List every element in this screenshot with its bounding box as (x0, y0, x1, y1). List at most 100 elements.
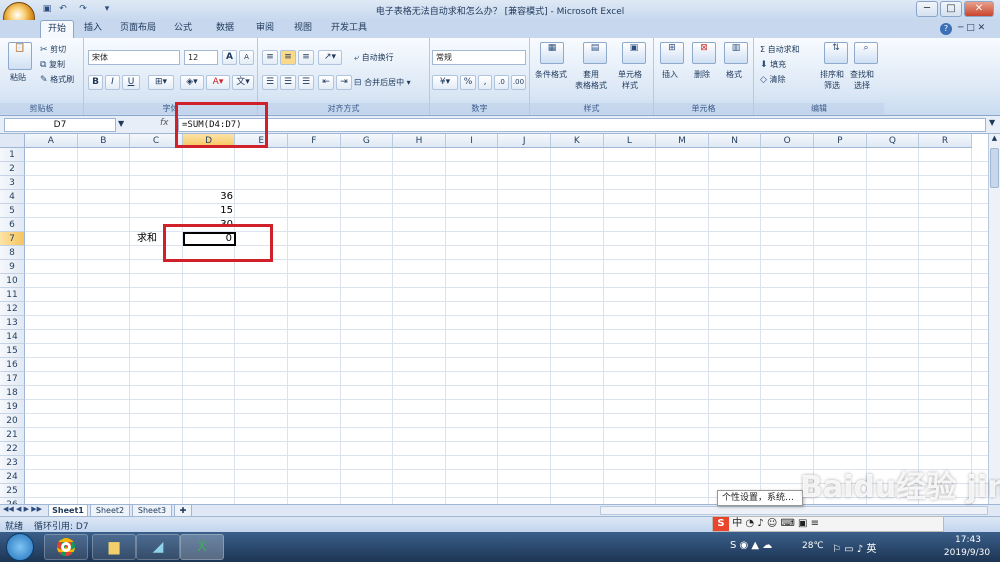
column-header-R[interactable]: R (919, 134, 972, 148)
tab-formulas[interactable]: 公式 (168, 20, 198, 38)
row-header-14[interactable]: 14 (0, 330, 25, 344)
row-header-16[interactable]: 16 (0, 358, 25, 372)
font-color-icon[interactable]: A▾ (206, 75, 230, 90)
cell-styles-button[interactable]: 单元格 样式 (618, 69, 642, 91)
sort-filter-icon[interactable]: ⇅ (824, 42, 848, 64)
row-header-5[interactable]: 5 (0, 204, 25, 218)
find-select-button[interactable]: 查找和 选择 (850, 69, 874, 91)
align-center-icon[interactable]: ☰ (280, 75, 296, 90)
row-header-11[interactable]: 11 (0, 288, 25, 302)
start-button[interactable] (6, 533, 34, 561)
insert-cells-icon[interactable]: ⊞ (660, 42, 684, 64)
minimize-button[interactable]: ─ (916, 1, 938, 17)
number-format-select[interactable]: 常规 (432, 50, 526, 65)
tab-page-layout[interactable]: 页面布局 (112, 20, 164, 38)
conditional-format-icon[interactable]: ▦ (540, 42, 564, 64)
column-header-L[interactable]: L (603, 134, 657, 148)
paste-button[interactable]: 粘贴 (10, 72, 26, 83)
comma-button[interactable]: , (478, 75, 492, 90)
align-right-icon[interactable]: ☰ (298, 75, 314, 90)
formula-input[interactable]: =SUM(D4:D7) (178, 118, 986, 132)
column-header-K[interactable]: K (551, 134, 604, 148)
app-icon[interactable]: ◢ (136, 534, 180, 560)
orientation-icon[interactable]: ↗▾ (318, 50, 342, 65)
row-header-10[interactable]: 10 (0, 274, 25, 288)
excel-task-icon[interactable]: X (180, 534, 224, 560)
worksheet-grid[interactable]: ABCDEFGHIJKLMNOPQR 1 2 3 4 5 6 7 8 9 10 11 12 13 14 15… (0, 134, 988, 504)
sheet-nav-icons[interactable]: ◀◀ ◀ ▶ ▶▶ (3, 505, 42, 513)
tab-data[interactable]: 数据 (208, 20, 242, 38)
font-name-select[interactable]: 宋体 (88, 50, 180, 65)
tab-developer[interactable]: 开发工具 (326, 20, 372, 38)
binoculars-icon[interactable]: ⌕ (854, 42, 878, 64)
autosum-button[interactable]: Σ 自动求和 (760, 44, 800, 55)
grow-font-button[interactable]: A (222, 50, 237, 65)
close-button[interactable]: ✕ (964, 1, 994, 17)
row-header-15[interactable]: 15 (0, 344, 25, 358)
scroll-thumb[interactable] (990, 148, 999, 188)
tray-status-icons[interactable]: ⚐ ▭ ♪ 英 (832, 540, 876, 555)
italic-button[interactable]: I (105, 75, 120, 90)
row-header-12[interactable]: 12 (0, 302, 25, 316)
tab-review[interactable]: 审阅 (250, 20, 280, 38)
format-table-icon[interactable]: ▤ (583, 42, 607, 64)
copy-button[interactable]: ⧉ 复制 (40, 59, 65, 71)
increase-indent-icon[interactable]: ⇥ (336, 75, 352, 90)
column-header-F[interactable]: F (288, 134, 341, 148)
name-box[interactable]: D7 (4, 118, 116, 132)
row-header-24[interactable]: 24 (0, 470, 25, 484)
column-header-B[interactable]: B (77, 134, 131, 148)
row-header-4[interactable]: 4 (0, 190, 25, 204)
decrease-decimal-icon[interactable]: .00 (511, 75, 526, 90)
maximize-button[interactable]: □ (940, 1, 962, 17)
column-header-J[interactable]: J (498, 134, 551, 148)
row-header-6[interactable]: 6 (0, 218, 25, 232)
row-header-19[interactable]: 19 (0, 400, 25, 414)
insert-cells-button[interactable]: 插入 (662, 69, 678, 80)
row-header-20[interactable]: 20 (0, 414, 25, 428)
select-all-button[interactable] (0, 134, 25, 148)
explorer-icon[interactable]: ▆ (92, 534, 136, 560)
row-header-2[interactable]: 2 (0, 162, 25, 176)
align-top-icon[interactable]: ≡ (262, 50, 278, 65)
paste-icon[interactable]: 📋 (8, 42, 32, 70)
cell-styles-icon[interactable]: ▣ (622, 42, 646, 64)
row-header-23[interactable]: 23 (0, 456, 25, 470)
bold-button[interactable]: B (88, 75, 103, 90)
quick-access-more-icon[interactable]: ▾ (100, 3, 114, 16)
tray-icons[interactable]: S ◉ ▲ ☁ (730, 540, 772, 551)
tab-home[interactable]: 开始 (40, 20, 74, 38)
redo-icon[interactable]: ↷ (76, 3, 90, 16)
row-header-21[interactable]: 21 (0, 428, 25, 442)
underline-button[interactable]: U (122, 75, 140, 90)
row-header-18[interactable]: 18 (0, 386, 25, 400)
wrap-text-button[interactable]: ⤶ 自动换行 (354, 52, 394, 64)
merge-center-button[interactable]: ⊟ 合并后居中 ▾ (354, 77, 411, 89)
row-header-1[interactable]: 1 (0, 148, 25, 162)
column-header-O[interactable]: O (761, 134, 814, 148)
cut-button[interactable]: ✂ 剪切 (40, 44, 66, 56)
column-header-N[interactable]: N (708, 134, 762, 148)
percent-button[interactable]: % (460, 75, 476, 90)
row-header-7[interactable]: 7 (0, 232, 25, 246)
format-cells-button[interactable]: 格式 (726, 69, 742, 80)
column-header-H[interactable]: H (393, 134, 446, 148)
row-header-9[interactable]: 9 (0, 260, 25, 274)
save-icon[interactable]: ▣ (40, 3, 54, 16)
column-header-A[interactable]: A (25, 134, 78, 148)
fill-button[interactable]: ⬇ 填充 (760, 59, 786, 71)
help-icon[interactable]: ? (940, 23, 952, 35)
align-middle-icon[interactable]: ≡ (280, 50, 296, 65)
tab-view[interactable]: 视图 (288, 20, 318, 38)
column-header-M[interactable]: M (656, 134, 709, 148)
row-header-17[interactable]: 17 (0, 372, 25, 386)
ime-toolbar[interactable]: S 中 ◔ ♪ ☺ ⌨ ▣ ≡ (712, 516, 944, 532)
vertical-scrollbar[interactable]: ▲ (988, 134, 1000, 504)
format-table-button[interactable]: 套用 表格格式 (575, 69, 607, 91)
row-header-22[interactable]: 22 (0, 442, 25, 456)
align-bottom-icon[interactable]: ≡ (298, 50, 314, 65)
decrease-indent-icon[interactable]: ⇤ (318, 75, 334, 90)
phonetic-icon[interactable]: 文▾ (232, 75, 254, 90)
border-icon[interactable]: ⊞▾ (148, 75, 174, 90)
fill-color-icon[interactable]: ◈▾ (180, 75, 204, 90)
